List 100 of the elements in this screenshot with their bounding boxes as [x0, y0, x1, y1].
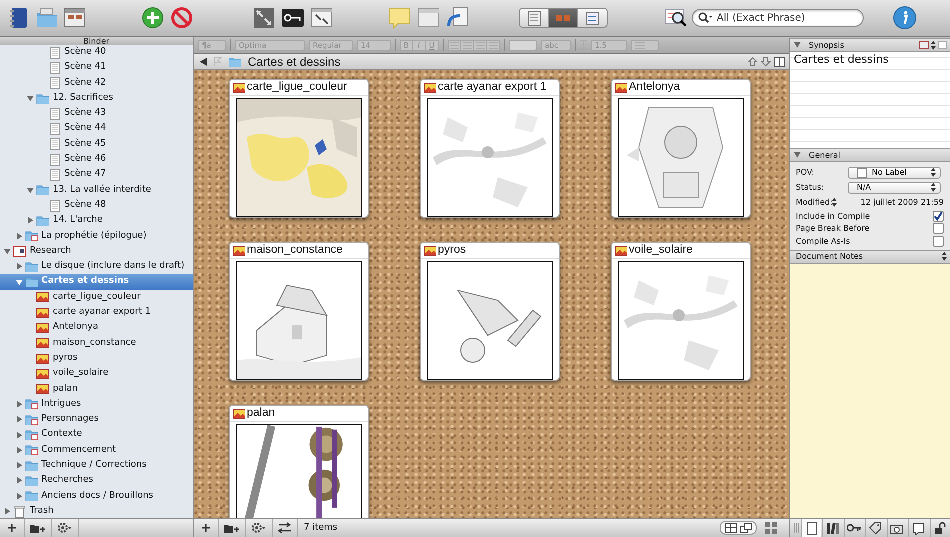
section-header[interactable]: General	[790, 148, 950, 162]
binder-item[interactable]: Commencement	[0, 442, 193, 458]
binder-item[interactable]: pyros	[0, 350, 193, 366]
alignment-icon	[476, 42, 484, 48]
inspector-tab[interactable]	[800, 519, 822, 537]
cards-icon	[556, 15, 570, 21]
disclosure-triangle-icon[interactable]	[16, 416, 22, 424]
binder-item[interactable]: Scène 45	[0, 136, 193, 152]
binder-item[interactable]: Personnages	[0, 412, 193, 428]
binder-item[interactable]: Scène 44	[0, 121, 193, 137]
note-icon	[388, 6, 412, 30]
binder-item[interactable]: 13. La vallée interdite	[0, 182, 193, 198]
view-mode-button[interactable]	[520, 9, 549, 27]
updown-arrows-icon[interactable]	[931, 40, 936, 50]
index-card[interactable]: maison_constance	[229, 242, 369, 381]
disclosure-triangle-icon[interactable]	[27, 95, 34, 102]
binder-item[interactable]: voile_solaire	[0, 366, 193, 382]
image-icon	[36, 320, 50, 335]
binder-item[interactable]: Scène 42	[0, 76, 193, 91]
binder-item[interactable]: Research	[0, 244, 193, 260]
stack-icon[interactable]	[740, 523, 752, 533]
binder-item[interactable]: Recherches	[0, 473, 193, 489]
alignment-icon	[462, 42, 472, 48]
disclosure-triangle-icon[interactable]	[16, 492, 22, 500]
section-header[interactable]: Document Notes	[790, 250, 950, 264]
down-arrow-icon[interactable]	[761, 56, 771, 66]
disclosure-triangle-icon[interactable]	[16, 400, 22, 408]
binder-item[interactable]: palan	[0, 382, 193, 397]
index-card[interactable]: carte_ligue_couleur	[229, 79, 369, 218]
view-mode-button[interactable]	[549, 9, 578, 27]
index-card[interactable]: Antelonya	[611, 79, 751, 218]
notes-field[interactable]	[790, 264, 950, 518]
folder-icon	[36, 92, 50, 106]
expand-arrows-button[interactable]	[251, 5, 277, 31]
document-icon	[528, 10, 540, 26]
binder-item[interactable]: carte ayanar export 1	[0, 305, 193, 320]
checkbox[interactable]	[933, 236, 944, 247]
binder-item[interactable]: 14. L'arche	[0, 213, 193, 229]
binder-item[interactable]: Scène 48	[0, 198, 193, 214]
image-icon	[424, 244, 436, 256]
delete-button[interactable]	[169, 5, 195, 31]
updown-arrows-icon[interactable]	[832, 198, 837, 207]
view-mode-button[interactable]	[578, 9, 607, 27]
disclosure-triangle-icon[interactable]	[16, 432, 22, 439]
binder-item[interactable]: La prophétie (épilogue)	[0, 228, 193, 244]
binder-item[interactable]: Scène 41	[0, 60, 193, 76]
checkbox[interactable]	[933, 210, 944, 222]
info-button[interactable]	[892, 5, 918, 31]
up-arrow-icon[interactable]	[748, 56, 758, 66]
disclosure-triangle-icon[interactable]	[16, 232, 22, 240]
binder-item[interactable]: Contexte	[0, 427, 193, 443]
disclosure-triangle-icon[interactable]	[16, 278, 22, 286]
index-card[interactable]: voile_solaire	[611, 242, 751, 381]
disclosure-triangle-icon[interactable]	[27, 217, 34, 224]
binder-item[interactable]: Technique / Corrections	[0, 458, 193, 474]
disclosure-triangle-icon[interactable]	[4, 508, 11, 516]
disclosure-triangle-icon[interactable]	[16, 462, 22, 470]
split-view-icon[interactable]	[774, 56, 785, 66]
checkbox[interactable]	[933, 223, 944, 234]
updown-arrows-icon[interactable]	[942, 252, 947, 261]
binder-item[interactable]: Scène 43	[0, 106, 193, 122]
add-button[interactable]	[140, 5, 166, 31]
grid-icon[interactable]	[725, 523, 737, 533]
disclosure-triangle-icon[interactable]	[794, 42, 801, 48]
binder-item[interactable]: carte_ligue_couleur	[0, 290, 193, 306]
card-layout-icon[interactable]	[765, 522, 777, 534]
list-icon	[635, 42, 645, 48]
disclosure-triangle-icon[interactable]	[794, 152, 801, 158]
gear-icon	[251, 522, 267, 534]
field-label: POV:	[796, 168, 816, 177]
index-card[interactable]: carte ayanar export 1	[420, 79, 560, 218]
status-popup[interactable]: N/A	[848, 182, 941, 194]
binder-item[interactable]: Trash	[0, 504, 193, 518]
back-arrow-icon[interactable]	[200, 58, 208, 66]
binder-item[interactable]: Intrigues	[0, 396, 193, 412]
binder-item[interactable]: Scène 40	[0, 45, 193, 60]
document-icon	[48, 76, 62, 90]
pov-popup[interactable]: No Label	[848, 166, 941, 178]
binder-item[interactable]: 12. Sacrifices	[0, 90, 193, 106]
binder-item[interactable]: Le disque (inclure dans le draft)	[0, 259, 193, 274]
resize-handle-icon[interactable]	[794, 523, 800, 533]
binder-item[interactable]: Scène 46	[0, 152, 193, 168]
index-card[interactable]: pyros	[420, 242, 560, 381]
swap-arrows-icon	[278, 522, 292, 534]
binder-item[interactable]: Anciens docs / Brouillons	[0, 488, 193, 504]
image-icon	[233, 81, 245, 94]
disclosure-triangle-icon[interactable]	[16, 446, 22, 454]
folder-icon	[35, 6, 59, 30]
search-field[interactable]: All (Exact Phrase)	[692, 9, 864, 27]
disclosure-triangle-icon[interactable]	[27, 186, 34, 194]
index-card[interactable]: palan	[229, 405, 369, 518]
section-header[interactable]: Synopsis	[790, 38, 950, 52]
binder-item[interactable]: Scène 47	[0, 167, 193, 183]
binder-item[interactable]: Antelonya	[0, 320, 193, 336]
books-icon	[826, 522, 840, 534]
document-icon	[48, 168, 62, 182]
binder-item[interactable]: maison_constance	[0, 336, 193, 351]
disclosure-triangle-icon[interactable]	[4, 248, 11, 255]
disclosure-triangle-icon[interactable]	[16, 263, 22, 270]
disclosure-triangle-icon[interactable]	[16, 477, 22, 484]
